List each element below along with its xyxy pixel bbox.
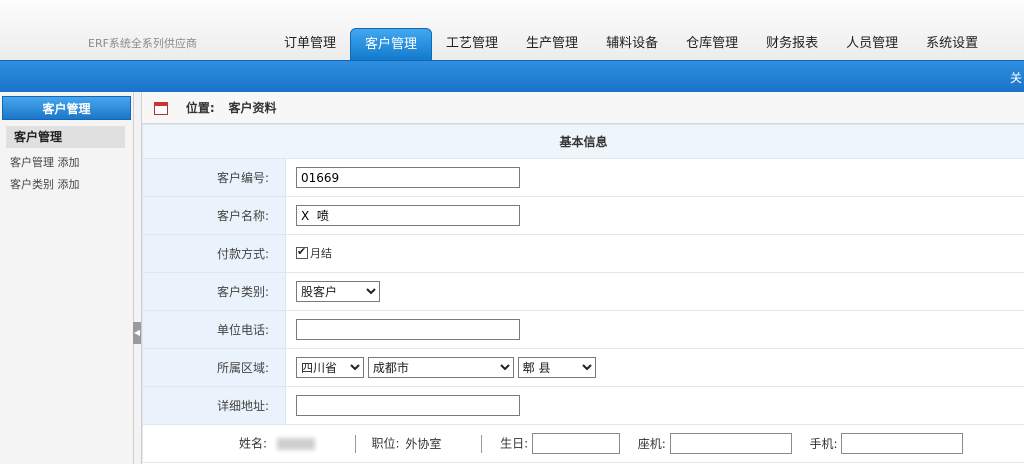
sidebar-item-label[interactable]: 客户管理 xyxy=(10,156,54,169)
landline-label: 座机: xyxy=(637,436,666,451)
customer-no-label: 客户编号: xyxy=(142,158,286,197)
blue-toolbar: 关 xyxy=(0,60,1024,92)
tab-production-management[interactable]: 生产管理 xyxy=(512,28,592,60)
sidebar-item-add-link[interactable]: 添加 xyxy=(58,156,80,169)
position-value[interactable]: 外协室 xyxy=(405,437,441,451)
customer-category-label: 客户类别: xyxy=(142,272,286,311)
province-select[interactable]: 四川省 xyxy=(296,357,364,378)
contact-name-value xyxy=(276,438,315,450)
checkbox-box[interactable] xyxy=(296,245,308,259)
monthly-payment-checkbox[interactable]: 月结 xyxy=(296,245,332,261)
phone-input[interactable] xyxy=(296,319,520,340)
birthday-input[interactable] xyxy=(531,433,620,454)
mobile-label: 手机: xyxy=(809,436,838,451)
customer-no-input[interactable] xyxy=(296,167,520,188)
main-nav-tabs: 订单管理 客户管理 工艺管理 生产管理 辅料设备 仓库管理 财务报表 人员管理 … xyxy=(270,28,992,60)
sidebar-item-customer-management: 客户管理 添加 xyxy=(10,154,133,170)
customer-form: 基本信息 客户编号: 客户名称: 付款方式: 月结 客户类别: 股客户 xyxy=(142,124,1024,463)
phone-label: 单位电话: xyxy=(142,310,286,349)
breadcrumb: 位置: 客户资料 xyxy=(142,92,1024,124)
top-header: ERF系统全系列供应商 订单管理 客户管理 工艺管理 生产管理 辅料设备 仓库管… xyxy=(0,0,1024,60)
bar-text[interactable]: 关 xyxy=(1010,69,1022,86)
tab-warehouse-management[interactable]: 仓库管理 xyxy=(672,28,752,60)
customer-name-input[interactable] xyxy=(296,205,520,226)
tab-order-management[interactable]: 订单管理 xyxy=(270,28,350,60)
divider xyxy=(481,435,483,453)
address-label: 详细地址: xyxy=(142,386,286,425)
sidebar-collapse-handle[interactable]: ◀ xyxy=(133,322,141,344)
contact-row: 姓名: 职位: 外协室 生日: 座机: 手机: xyxy=(142,424,1024,463)
position-label: 职位: xyxy=(371,436,400,451)
landline-input[interactable] xyxy=(669,433,792,454)
region-label: 所属区域: xyxy=(142,348,286,387)
sidebar-item-label[interactable]: 客户类别 xyxy=(10,178,54,191)
city-select[interactable]: 成都市 xyxy=(367,357,514,378)
tab-finance-reports[interactable]: 财务报表 xyxy=(752,28,832,60)
mobile-input[interactable] xyxy=(841,433,964,454)
breadcrumb-label: 位置: xyxy=(185,101,215,115)
checkbox-label: 月结 xyxy=(310,247,332,260)
tab-materials-equipment[interactable]: 辅料设备 xyxy=(592,28,672,60)
calendar-icon xyxy=(154,102,168,115)
sidebar-title[interactable]: 客户管理 xyxy=(2,96,131,120)
sidebar: 客户管理 客户管理 客户管理 添加 客户类别 添加 xyxy=(0,92,134,464)
address-input[interactable] xyxy=(296,395,520,416)
contact-name-label: 姓名: xyxy=(239,436,268,451)
sidebar-item-add-link[interactable]: 添加 xyxy=(58,178,80,191)
breadcrumb-value: 客户资料 xyxy=(228,101,277,115)
birthday-label: 生日: xyxy=(500,436,529,451)
tab-system-settings[interactable]: 系统设置 xyxy=(912,28,992,60)
tab-personnel-management[interactable]: 人员管理 xyxy=(832,28,912,60)
section-title: 基本信息 xyxy=(142,124,1024,159)
sidebar-item-customer-category: 客户类别 添加 xyxy=(10,176,133,192)
sidebar-group-header[interactable]: 客户管理 xyxy=(6,126,125,148)
tab-process-management[interactable]: 工艺管理 xyxy=(432,28,512,60)
payment-method-label: 付款方式: xyxy=(142,234,286,273)
county-select[interactable]: 郫 县 xyxy=(517,357,596,378)
tab-customer-management[interactable]: 客户管理 xyxy=(350,28,433,60)
main-content: 位置: 客户资料 基本信息 客户编号: 客户名称: 付款方式: 月结 客户类别: xyxy=(141,92,1024,464)
customer-category-select[interactable]: 股客户 xyxy=(296,281,380,302)
customer-name-label: 客户名称: xyxy=(142,196,286,235)
brand-text: ERF系统全系列供应商 xyxy=(88,37,197,50)
divider xyxy=(354,435,356,453)
